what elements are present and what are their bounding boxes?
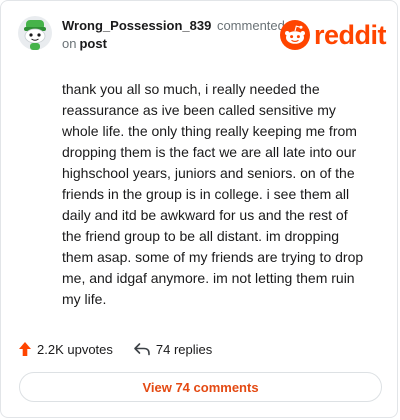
reddit-wordmark: reddit: [314, 20, 387, 50]
view-comments-button[interactable]: View 74 comments: [19, 372, 382, 402]
reddit-snoo-icon: [280, 20, 310, 50]
comment-header: Wrong_Possession_839 commented: [62, 18, 285, 33]
on-label: on: [62, 36, 77, 51]
upvote-count: 2.2K upvotes: [37, 341, 113, 357]
comment-card: Wrong_Possession_839 commented on post re…: [0, 0, 398, 418]
user-avatar-icon[interactable]: [17, 15, 53, 51]
comment-subheader: on post: [62, 36, 107, 51]
commented-label: commented: [216, 18, 285, 33]
reply-arrow-icon: [134, 343, 150, 356]
upvote-button[interactable]: 2.2K upvotes: [18, 341, 113, 357]
replies-count: 74 replies: [155, 341, 213, 357]
upvote-arrow-icon: [19, 342, 31, 356]
reddit-logo: reddit: [280, 20, 387, 50]
username-link[interactable]: Wrong_Possession_839: [62, 18, 211, 33]
replies-button[interactable]: 74 replies: [133, 342, 212, 357]
post-link[interactable]: post: [79, 36, 106, 51]
comment-body: thank you all so much, i really needed t…: [62, 81, 364, 307]
comment-actions: 2.2K upvotes 74 replies: [18, 339, 212, 359]
